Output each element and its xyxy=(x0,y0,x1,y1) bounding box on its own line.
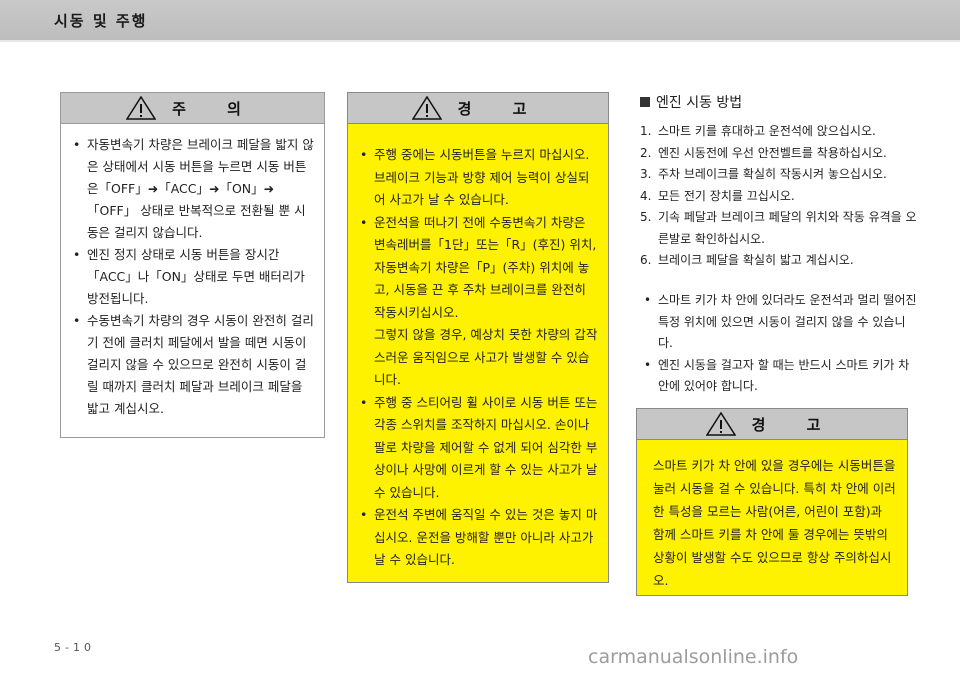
page-header: 시동 및 주행 xyxy=(0,0,960,42)
engine-start-notes: 스마트 키가 차 안에 있더라도 운전석과 멀리 떨어진 특정 위치에 있으면 … xyxy=(640,290,920,398)
step-text: 기속 페달과 브레이크 페달의 위치와 작동 유격을 오른발로 확인하십시오. xyxy=(658,210,917,246)
warning-item-text: 운전석 주변에 움직일 수 있는 것은 놓지 마십시오. 운전을 방해할 뿐만 … xyxy=(374,507,598,567)
warning-item: 주행 중에는 시동버튼을 누르지 마십시오. 브레이크 기능과 방향 제어 능력… xyxy=(350,144,600,212)
warning-box-smart-key: 경 고 스마트 키가 차 안에 있을 경우에는 시동버튼을 눌러 시동을 걸 수… xyxy=(636,408,908,596)
step-number: 4. xyxy=(640,188,652,203)
step-number: 3. xyxy=(640,167,652,181)
warning-item-subtext: 그렇지 않을 경우, 예상치 못한 차량의 갑작스러운 움직임으로 사고가 발생… xyxy=(374,327,598,387)
caution-item: 수동변속기 차량의 경우 시동이 완전히 걸리기 전에 클러치 페달에서 발을 … xyxy=(63,310,316,420)
step-number: 5. xyxy=(640,210,652,224)
page-number: 5-10 xyxy=(54,641,95,654)
engine-start-steps: 1. 스마트 키를 휴대하고 운전석에 앉으십시오. 2. 엔진 시동전에 우선 안… xyxy=(640,121,920,272)
step-item: 4. 모든 전기 장치를 끄십시오. xyxy=(640,186,920,208)
caution-box-title: 주 의 xyxy=(172,99,259,118)
watermark: carmanualsonline.info xyxy=(588,646,799,668)
step-text: 모든 전기 장치를 끄십시오. xyxy=(658,188,795,203)
step-text: 주차 브레이크를 확실히 작동시켜 놓으십시오. xyxy=(658,167,887,181)
caution-item: 자동변속기 차량은 브레이크 페달을 밟지 않은 상태에서 시동 버튼을 누르면… xyxy=(63,134,316,244)
caution-list: 자동변속기 차량은 브레이크 페달을 밟지 않은 상태에서 시동 버튼을 누르면… xyxy=(61,124,324,420)
warning-item-text: 주행 중 스티어링 휠 사이로 시동 버튼 또는 각종 스위치를 조작하지 마십… xyxy=(374,394,598,500)
page-title: 시동 및 주행 xyxy=(54,12,148,30)
section-title-text: 엔진 시동 방법 xyxy=(656,95,743,111)
warning-item: 운전석 주변에 움직일 수 있는 것은 놓지 마십시오. 운전을 방해할 뿐만 … xyxy=(350,504,600,572)
step-item: 1. 스마트 키를 휴대하고 운전석에 앉으십시오. xyxy=(640,121,920,143)
step-item: 6. 브레이크 페달을 확실히 밟고 계십시오. xyxy=(640,250,920,272)
caution-box: 주 의 자동변속기 차량은 브레이크 페달을 밟지 않은 상태에서 시동 버튼을… xyxy=(60,92,325,438)
warning-item-text: 운전석을 떠나기 전에 수동변속기 차량은 변속레버를「1단」또는「R」(후진)… xyxy=(374,214,597,320)
warning-box-driving: 경 고 주행 중에는 시동버튼을 누르지 마십시오. 브레이크 기능과 방향 제… xyxy=(347,92,609,583)
warning-box-header: 경 고 xyxy=(637,409,907,440)
step-item: 3. 주차 브레이크를 확실히 작동시켜 놓으십시오. xyxy=(640,164,920,186)
step-text: 엔진 시동전에 우선 안전벨트를 착용하십시오. xyxy=(658,145,887,160)
warning-triangle-icon xyxy=(126,96,157,120)
warning-box-header: 경 고 xyxy=(348,93,608,124)
step-text: 스마트 키를 휴대하고 운전석에 앉으십시오. xyxy=(658,124,876,138)
note-item: 엔진 시동을 걸고자 할 때는 반드시 스마트 키가 차 안에 있어야 합니다. xyxy=(640,355,920,398)
step-number: 6. xyxy=(640,253,652,267)
section-title: 엔진 시동 방법 xyxy=(640,92,742,112)
warning-box-title: 경 고 xyxy=(457,99,545,118)
step-item: 2. 엔진 시동전에 우선 안전벨트를 착용하십시오. xyxy=(640,143,920,165)
step-number: 2. xyxy=(640,145,652,160)
warning-triangle-icon xyxy=(705,412,736,436)
warning-item-text: 주행 중에는 시동버튼을 누르지 마십시오. 브레이크 기능과 방향 제어 능력… xyxy=(374,147,590,207)
warning-item: 주행 중 스티어링 휠 사이로 시동 버튼 또는 각종 스위치를 조작하지 마십… xyxy=(350,392,600,505)
warning-box-title: 경 고 xyxy=(751,415,839,434)
square-bullet-icon xyxy=(640,97,650,107)
step-number: 1. xyxy=(640,124,652,138)
warning-list: 주행 중에는 시동버튼을 누르지 마십시오. 브레이크 기능과 방향 제어 능력… xyxy=(348,124,608,572)
warning-item: 운전석을 떠나기 전에 수동변속기 차량은 변속레버를「1단」또는「R」(후진)… xyxy=(350,212,600,392)
caution-item: 엔진 정지 상태로 시동 버튼을 장시간「ACC」나「ON」상태로 두면 배터리… xyxy=(63,244,316,310)
note-item: 스마트 키가 차 안에 있더라도 운전석과 멀리 떨어진 특정 위치에 있으면 … xyxy=(640,290,920,355)
step-item: 5. 기속 페달과 브레이크 페달의 위치와 작동 유격을 오른발로 확인하십시오… xyxy=(640,207,920,250)
warning-triangle-icon xyxy=(411,96,442,120)
caution-box-header: 주 의 xyxy=(61,93,324,124)
warning-text: 스마트 키가 차 안에 있을 경우에는 시동버튼을 눌러 시동을 걸 수 있습니… xyxy=(653,458,896,588)
step-text: 브레이크 페달을 확실히 밟고 계십시오. xyxy=(658,253,854,267)
